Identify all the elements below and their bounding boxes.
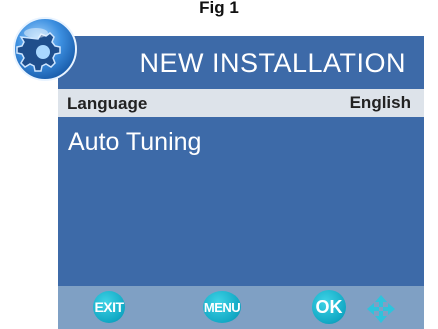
panel-header: NEW INSTALLATION bbox=[58, 36, 424, 89]
menu-item-language[interactable]: Language English bbox=[58, 89, 424, 117]
page-title: NEW INSTALLATION bbox=[139, 48, 406, 78]
language-value[interactable]: English bbox=[350, 93, 411, 113]
menu-item-auto-tuning[interactable]: Auto Tuning bbox=[68, 128, 201, 157]
settings-gear-icon bbox=[13, 17, 77, 81]
button-bar: EXIT MENU OK bbox=[58, 286, 424, 329]
ok-button[interactable]: OK bbox=[312, 290, 346, 324]
navigation-arrows-icon[interactable] bbox=[366, 294, 396, 324]
exit-button[interactable]: EXIT bbox=[93, 291, 125, 323]
menu-button[interactable]: MENU bbox=[203, 291, 241, 323]
installation-panel: NEW INSTALLATION Language English Auto T… bbox=[58, 36, 424, 329]
language-label: Language bbox=[67, 94, 148, 113]
